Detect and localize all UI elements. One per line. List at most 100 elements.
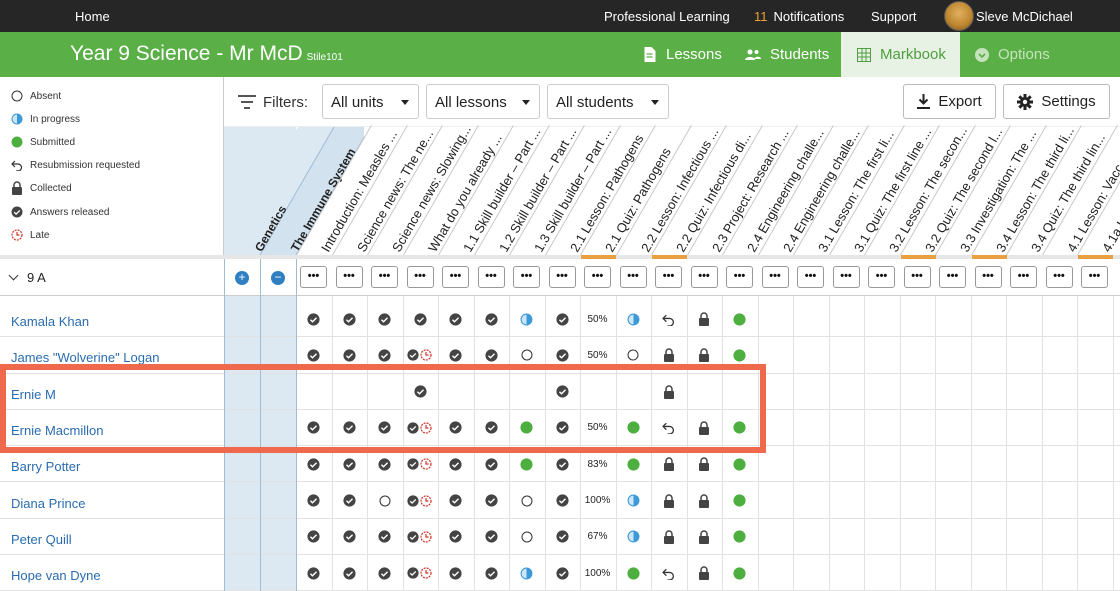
grade-cell[interactable] (545, 483, 580, 519)
grade-cell[interactable] (509, 301, 544, 337)
student-name-link[interactable]: James "Wolverine" Logan (11, 350, 159, 365)
grade-cell[interactable] (332, 410, 367, 446)
column-menu-button[interactable]: ••• (300, 266, 327, 288)
grade-cell[interactable] (616, 374, 651, 410)
grade-cell[interactable] (616, 446, 651, 482)
grade-cell[interactable] (722, 374, 757, 410)
grade-cell[interactable] (651, 374, 686, 410)
student-name-link[interactable]: Hope van Dyne (11, 568, 101, 583)
column-menu-button[interactable]: ••• (335, 266, 363, 288)
grade-cell[interactable]: 67% (580, 519, 615, 555)
grade-cell[interactable] (332, 446, 367, 482)
column-menu-button[interactable]: ••• (1045, 266, 1073, 288)
user-avatar[interactable] (944, 1, 974, 31)
grade-cell[interactable] (509, 410, 544, 446)
tab-markbook[interactable]: Markbook (841, 32, 960, 77)
column-menu-button[interactable]: ••• (1081, 266, 1108, 288)
grade-cell[interactable] (687, 519, 722, 555)
grade-cell[interactable] (722, 519, 757, 555)
tab-lessons[interactable]: Lessons (629, 32, 729, 77)
grade-cell[interactable] (509, 519, 544, 555)
grade-cell[interactable] (296, 555, 331, 591)
grade-cell[interactable] (616, 410, 651, 446)
grade-cell[interactable] (545, 446, 580, 482)
column-menu-button[interactable]: ••• (442, 266, 469, 288)
grade-cell[interactable] (545, 301, 580, 337)
group-label[interactable]: 9 A (8, 270, 46, 285)
grade-cell[interactable] (651, 555, 686, 591)
column-menu-button[interactable]: ••• (619, 266, 647, 288)
grade-cell[interactable] (509, 555, 544, 591)
grade-cell[interactable] (296, 374, 331, 410)
column-menu-button[interactable]: ••• (548, 266, 576, 288)
grade-cell[interactable] (403, 519, 438, 555)
grade-cell[interactable] (296, 446, 331, 482)
grade-cell[interactable] (332, 483, 367, 519)
grade-cell[interactable] (438, 374, 473, 410)
grade-cell[interactable] (296, 337, 331, 373)
grade-cell[interactable] (616, 519, 651, 555)
column-menu-button[interactable]: ••• (690, 266, 718, 288)
column-menu-button[interactable]: ••• (477, 266, 505, 288)
grade-cell[interactable] (722, 446, 757, 482)
column-menu-button[interactable]: ••• (868, 266, 895, 288)
grade-cell[interactable] (367, 374, 402, 410)
grade-cell[interactable] (296, 519, 331, 555)
grade-cell[interactable] (651, 301, 686, 337)
grade-cell[interactable]: 50% (580, 410, 615, 446)
grade-cell[interactable] (332, 519, 367, 555)
column-menu-button[interactable]: ••• (797, 266, 824, 288)
grade-cell[interactable] (545, 374, 580, 410)
student-name-link[interactable]: Ernie Macmillon (11, 423, 103, 438)
grade-cell[interactable] (296, 301, 331, 337)
user-name-link[interactable]: Sleve McDichael (976, 9, 1073, 24)
grade-cell[interactable] (580, 374, 615, 410)
lessons-dropdown[interactable]: All lessons (426, 84, 540, 119)
student-name-link[interactable]: Ernie M (11, 387, 56, 402)
grade-cell[interactable] (651, 483, 686, 519)
expand-unit-button[interactable]: + (235, 271, 249, 285)
grade-cell[interactable] (687, 337, 722, 373)
settings-button[interactable]: Settings (1003, 84, 1110, 119)
grade-cell[interactable] (545, 337, 580, 373)
grade-cell[interactable] (403, 555, 438, 591)
home-link[interactable]: Home (75, 9, 110, 24)
column-menu-button[interactable]: ••• (406, 266, 434, 288)
grade-cell[interactable] (438, 337, 473, 373)
export-button[interactable]: Export (903, 84, 996, 119)
grade-cell[interactable] (403, 374, 438, 410)
grade-cell[interactable] (296, 483, 331, 519)
grade-cell[interactable] (403, 410, 438, 446)
grade-cell[interactable]: 50% (580, 301, 615, 337)
grade-cell[interactable] (687, 374, 722, 410)
column-menu-button[interactable]: ••• (584, 266, 611, 288)
grade-cell[interactable] (367, 301, 402, 337)
grade-cell[interactable] (722, 483, 757, 519)
grade-cell[interactable] (403, 446, 438, 482)
grade-cell[interactable] (403, 301, 438, 337)
student-name-link[interactable]: Barry Potter (11, 459, 80, 474)
grade-cell[interactable] (616, 555, 651, 591)
students-dropdown[interactable]: All students (547, 84, 669, 119)
grade-cell[interactable] (687, 410, 722, 446)
grade-cell[interactable] (438, 555, 473, 591)
grade-cell[interactable] (616, 301, 651, 337)
column-menu-button[interactable]: ••• (513, 266, 540, 288)
grade-cell[interactable] (438, 519, 473, 555)
grade-cell[interactable] (651, 446, 686, 482)
grade-cell[interactable] (509, 483, 544, 519)
grade-cell[interactable] (722, 555, 757, 591)
grade-cell[interactable] (687, 483, 722, 519)
column-menu-button[interactable]: ••• (371, 266, 398, 288)
grade-cell[interactable]: 83% (580, 446, 615, 482)
column-menu-button[interactable]: ••• (903, 266, 931, 288)
tab-options[interactable]: Options (960, 32, 1060, 77)
grade-cell[interactable] (722, 410, 757, 446)
grade-cell[interactable] (474, 301, 509, 337)
student-name-link[interactable]: Kamala Khan (11, 314, 89, 329)
column-menu-button[interactable]: ••• (726, 266, 753, 288)
grade-cell[interactable]: 50% (580, 337, 615, 373)
grade-cell[interactable] (367, 483, 402, 519)
grade-cell[interactable] (616, 337, 651, 373)
column-menu-button[interactable]: ••• (761, 266, 789, 288)
